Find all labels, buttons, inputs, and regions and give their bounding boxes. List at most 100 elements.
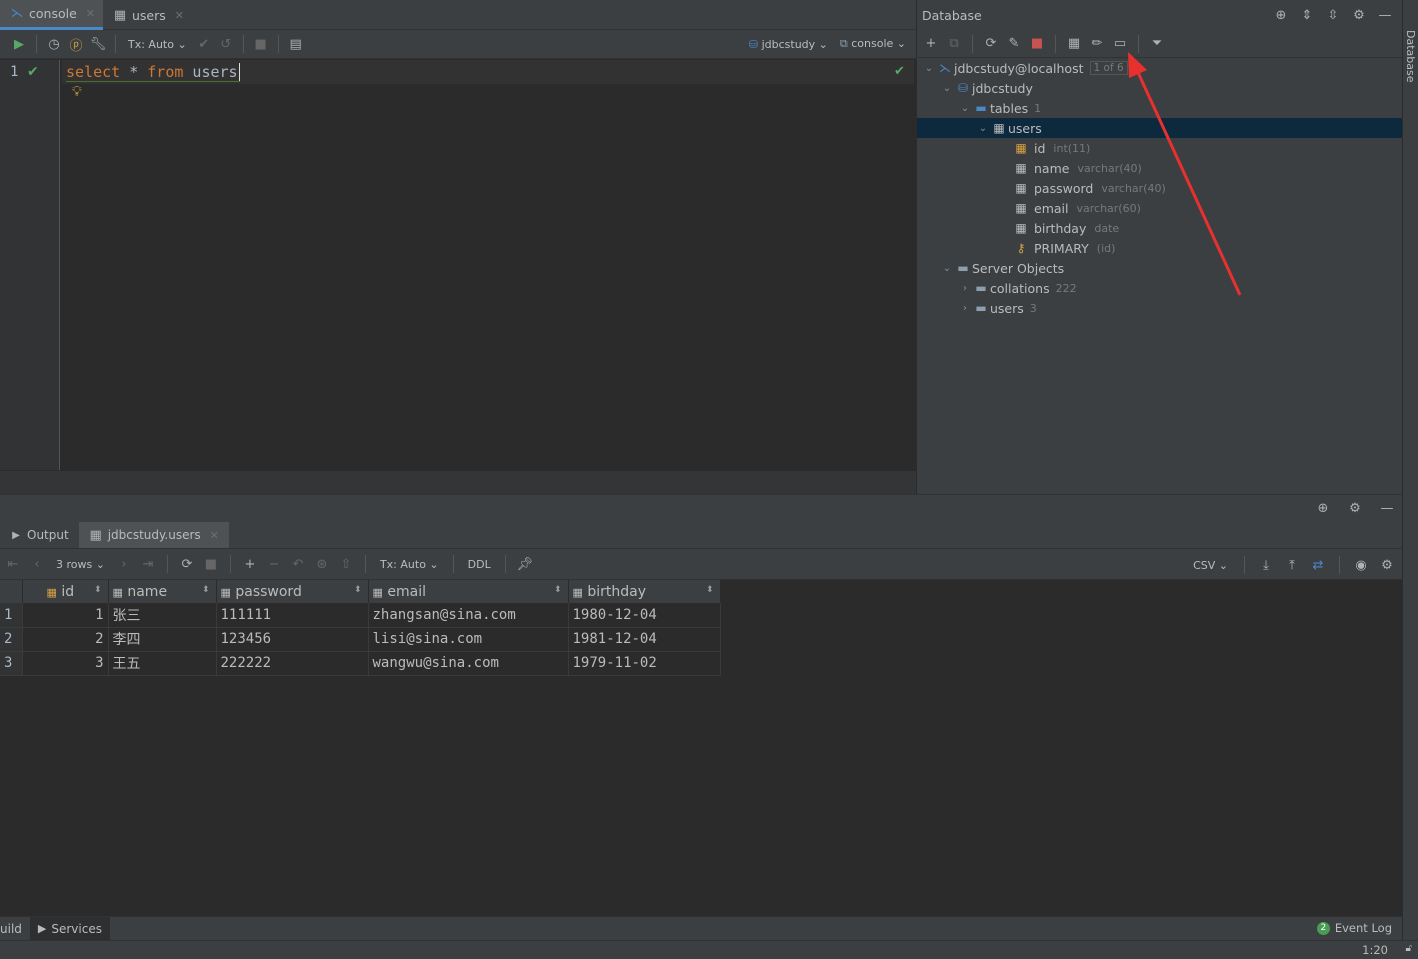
column-header-birthday[interactable]: ▦ birthday ⬍ [568, 580, 721, 603]
chevron-down-icon[interactable]: ⌄ [940, 83, 954, 94]
tree-table-users[interactable]: ⌄ ▦ users [976, 118, 1042, 138]
table-row[interactable]: 2 2 李四 123456 lisi@sina.com 1981-12-04 [0, 627, 721, 652]
cell-id[interactable]: 3 [22, 651, 109, 676]
minimize-icon[interactable]: — [1376, 6, 1394, 24]
filter-icon[interactable]: ⏷ [1148, 35, 1166, 53]
column-header-name[interactable]: ▦ name ⬍ [108, 580, 217, 603]
copy-icon[interactable]: ⧉ [945, 35, 963, 53]
row-number[interactable]: 1 [0, 603, 23, 628]
gear-icon[interactable]: ⚙ [1346, 499, 1364, 517]
last-page-icon[interactable]: ⇥ [139, 555, 157, 573]
tree-column[interactable]: ▦ id int(11) [1012, 138, 1090, 158]
cell-birthday[interactable]: 1980-12-04 [568, 603, 721, 628]
tree-connection[interactable]: ⌄ ⋋ jdbcstudy@localhost 1 of 6 [922, 58, 1128, 78]
target-icon[interactable]: ⊕ [1314, 499, 1332, 517]
chevron-down-icon[interactable]: ⌄ [922, 63, 936, 74]
tree-column[interactable]: ▦ password varchar(40) [1012, 178, 1165, 198]
editor-body[interactable] [0, 60, 916, 470]
database-tool-button[interactable]: Database [1404, 30, 1417, 83]
lock-icon[interactable]: 🔓︎ [1406, 943, 1412, 954]
tx-mode-dropdown[interactable]: Tx: Auto ⌄ [376, 558, 443, 571]
chevron-down-icon[interactable]: ⌄ [976, 123, 990, 134]
tree-key[interactable]: ⚷ PRIMARY (id) [1012, 238, 1116, 258]
preview-icon[interactable]: ⊛ [313, 555, 331, 573]
refresh-icon[interactable]: ⟳ [178, 555, 196, 573]
table-row[interactable]: 1 1 张三 111111 zhangsan@sina.com 1980-12-… [0, 603, 721, 628]
profile-icon[interactable]: ⓟ [67, 35, 85, 54]
expand-all-icon[interactable]: ⇕ [1298, 6, 1316, 24]
row-number[interactable]: 2 [0, 627, 23, 652]
tree-users-folder[interactable]: › ▬ users 3 [958, 298, 1037, 318]
cell-password[interactable]: 222222 [216, 651, 369, 676]
chevron-right-icon[interactable]: › [958, 303, 972, 314]
tx-mode-dropdown[interactable]: Tx: Auto ⌄ [124, 38, 191, 51]
sort-icon[interactable]: ⬍ [554, 585, 562, 595]
cell-email[interactable]: wangwu@sina.com [368, 651, 569, 676]
cell-id[interactable]: 2 [22, 627, 109, 652]
row-number[interactable]: 3 [0, 651, 23, 676]
submit-icon[interactable]: ⇧ [337, 555, 355, 573]
layout-icon[interactable]: ▤ [287, 35, 305, 53]
tab-users[interactable]: ▦ users ✕ [103, 0, 192, 30]
rows-dropdown[interactable]: 3 rows ⌄ [52, 558, 109, 571]
column-header-password[interactable]: ▦ password ⬍ [216, 580, 369, 603]
tree-column[interactable]: ▦ name varchar(40) [1012, 158, 1142, 178]
gear-icon[interactable]: ⚙ [1350, 6, 1368, 24]
refresh-icon[interactable]: ⟳ [982, 35, 1000, 53]
tab-output[interactable]: ▶ Output [0, 522, 79, 548]
sort-icon[interactable]: ⬍ [354, 585, 362, 595]
add-icon[interactable]: + [922, 35, 940, 53]
stop-icon[interactable]: ■ [202, 555, 220, 573]
tree-column[interactable]: ▦ birthday date [1012, 218, 1119, 238]
next-page-icon[interactable]: › [115, 555, 133, 573]
stop-icon[interactable]: ■ [1028, 35, 1046, 53]
wrench-icon[interactable]: 🔧︎ [89, 35, 107, 53]
remove-row-icon[interactable]: − [265, 555, 283, 573]
editor-horizontal-scrollbar[interactable] [0, 470, 916, 494]
sort-icon[interactable]: ⬍ [94, 585, 102, 595]
commit-icon[interactable]: ✔ [195, 35, 213, 53]
ddl-button[interactable]: DDL [464, 558, 495, 571]
column-header-email[interactable]: ▦ email ⬍ [368, 580, 569, 603]
close-icon[interactable]: ✕ [175, 9, 184, 22]
tree-schema[interactable]: ⌄ ⛁ jdbcstudy [940, 78, 1033, 98]
close-icon[interactable]: ✕ [86, 7, 95, 20]
revert-icon[interactable]: ↶ [289, 555, 307, 573]
table-view-icon[interactable]: ▦ [1065, 35, 1083, 53]
cell-birthday[interactable]: 1981-12-04 [568, 627, 721, 652]
cell-name[interactable]: 王五 [108, 651, 217, 676]
edit-schema-icon[interactable]: ✎ [1005, 35, 1023, 53]
chevron-down-icon[interactable]: ⌄ [958, 103, 972, 114]
cell-name[interactable]: 李四 [108, 627, 217, 652]
cell-email[interactable]: zhangsan@sina.com [368, 603, 569, 628]
cell-birthday[interactable]: 1979-11-02 [568, 651, 721, 676]
services-tool-button[interactable]: ▶ Services [29, 916, 110, 941]
cell-password[interactable]: 123456 [216, 627, 369, 652]
rollback-icon[interactable]: ↺ [217, 35, 235, 53]
prev-page-icon[interactable]: ‹ [28, 555, 46, 573]
tree-tables-folder[interactable]: ⌄ ▬ tables 1 [958, 98, 1041, 118]
chevron-right-icon[interactable]: › [958, 283, 972, 294]
stop-icon[interactable]: ■ [252, 35, 270, 53]
cell-password[interactable]: 111111 [216, 603, 369, 628]
compare-icon[interactable]: ⇄ [1309, 556, 1327, 574]
first-page-icon[interactable]: ⇤ [4, 555, 22, 573]
event-log-button[interactable]: 2 Event Log [1316, 921, 1392, 935]
upload-icon[interactable]: ⤒ [1283, 556, 1301, 574]
target-icon[interactable]: ⊕ [1272, 6, 1290, 24]
gear-icon[interactable]: ⚙ [1378, 556, 1396, 574]
chevron-down-icon[interactable]: ⌄ [940, 263, 954, 274]
history-icon[interactable]: ◷ [45, 35, 63, 53]
session-dropdown[interactable]: ⧉ console ⌄ [836, 37, 910, 51]
tab-jdbcstudy-users[interactable]: ▦ jdbcstudy.users ✕ [78, 522, 229, 548]
download-icon[interactable]: ⤓ [1257, 556, 1275, 574]
pin-icon[interactable]: 📌︎ [516, 555, 534, 573]
build-tool-button[interactable]: uild [0, 917, 30, 941]
collapse-all-icon[interactable]: ⇳ [1324, 6, 1342, 24]
caret-position[interactable]: 1:20 [1362, 943, 1388, 957]
sql-console-icon[interactable]: ▭ [1111, 35, 1129, 53]
close-icon[interactable]: ✕ [210, 529, 219, 542]
sort-icon[interactable]: ⬍ [706, 585, 714, 595]
schema-dropdown[interactable]: ⛁ jdbcstudy ⌄ [745, 38, 832, 51]
tree-server-objects[interactable]: ⌄ ▬ Server Objects [940, 258, 1064, 278]
